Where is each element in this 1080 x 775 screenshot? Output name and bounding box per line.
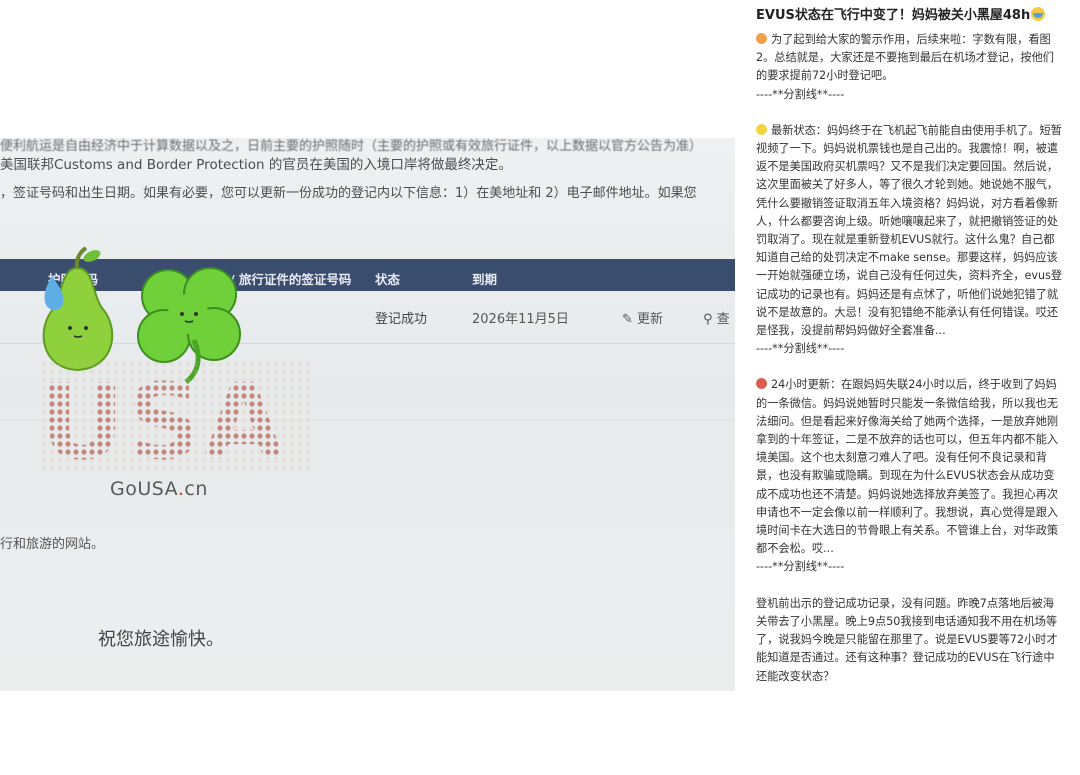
screenshot-photo[interactable]: 便利航运是自由经济中于计算数据以及之，日前主要的护照随时（主要的护照或有效旅行证…: [0, 138, 735, 691]
table-header-status: 状态: [375, 272, 401, 287]
separator-line: ----**分割线**----: [756, 560, 845, 574]
search-icon: ⚲: [703, 312, 713, 327]
photo-text-top: 便利航运是自由经济中于计算数据以及之，日前主要的护照随时（主要的护照或有效旅行证…: [0, 139, 703, 154]
crying-emoji-icon: [1031, 7, 1046, 21]
photo-text-update-info: ，签证号码和出生日期。如果有必要，您可以更新一份成功的登记内以下信息：1）在美地…: [0, 186, 697, 201]
paragraph-boarding-record: 登机前出示的登记成功记录，没有问题。昨晚7点落地后被海关带去了小黑屋。晚上9点5…: [756, 596, 1058, 683]
photo-text-customs: 美国联邦Customs and Border Protection 的官员在美国…: [0, 157, 512, 173]
gousa-name: GoUSA: [110, 478, 178, 500]
update-label: 更新: [637, 312, 664, 327]
photo-text-website: 行和旅游的网站。: [0, 537, 105, 552]
gousa-brand: GoUSA.cn: [110, 478, 208, 500]
pencil-icon: ✎: [622, 312, 633, 327]
flower-emoji-icon: [756, 33, 767, 44]
separator-line: ----**分割线**----: [756, 342, 845, 356]
paragraph-24h-update-text: 24小时更新：在跟妈妈失联24小时以后，终于收到了妈妈的一条微信。妈妈说她暂时只…: [756, 378, 1059, 556]
paragraph-latest-status-text: 最新状态：妈妈终于在飞机起飞前能自由使用手机了。短暂视频了一下。妈妈说机票钱也是…: [756, 123, 1063, 338]
separator-line: ----**分割线**----: [756, 87, 845, 101]
target-emoji-icon: [756, 378, 767, 390]
paragraph-latest-status: 最新状态：妈妈终于在飞机起飞前能自由使用手机了。短暂视频了一下。妈妈说机票钱也是…: [756, 122, 1064, 340]
post-title: EVUS状态在飞行中变了！妈妈被关小黑屋48h: [756, 4, 1046, 23]
query-link[interactable]: ⚲ 查: [703, 308, 730, 327]
paragraph-24h-update: 24小时更新：在跟妈妈失联24小时以后，终于收到了妈妈的一条微信。妈妈说她暂时只…: [756, 376, 1064, 558]
update-link[interactable]: ✎ 更新: [622, 308, 663, 327]
table-cell-status: 登记成功: [375, 312, 428, 327]
usa-dot-logo: USA: [40, 360, 310, 470]
paragraph-warning-text: 为了起到给大家的警示作用，后续来啦：字数有限，看图2。总结就是，大家还是不要拖到…: [756, 33, 1054, 83]
table-header-expiry: 到期: [472, 272, 498, 287]
post-title-text: EVUS状态在飞行中变了！妈妈被关小黑屋48h: [756, 8, 1031, 23]
pear-sticker-icon: [42, 246, 114, 372]
post-body: 为了起到给大家的警示作用，后续来啦：字数有限，看图2。总结就是，大家还是不要拖到…: [756, 31, 1064, 686]
gousa-tld: cn: [184, 478, 208, 500]
paragraph-warning: 为了起到给大家的警示作用，后续来啦：字数有限，看图2。总结就是，大家还是不要拖到…: [756, 31, 1064, 86]
query-label: 查: [716, 312, 730, 327]
photo-panel: 便利航运是自由经济中于计算数据以及之，日前主要的护照随时（主要的护照或有效旅行证…: [0, 0, 738, 775]
photo-text-farewell: 祝您旅途愉快。: [98, 629, 224, 650]
bulb-emoji-icon: [756, 123, 767, 135]
table-cell-date: 2026年11月5日: [472, 312, 569, 327]
